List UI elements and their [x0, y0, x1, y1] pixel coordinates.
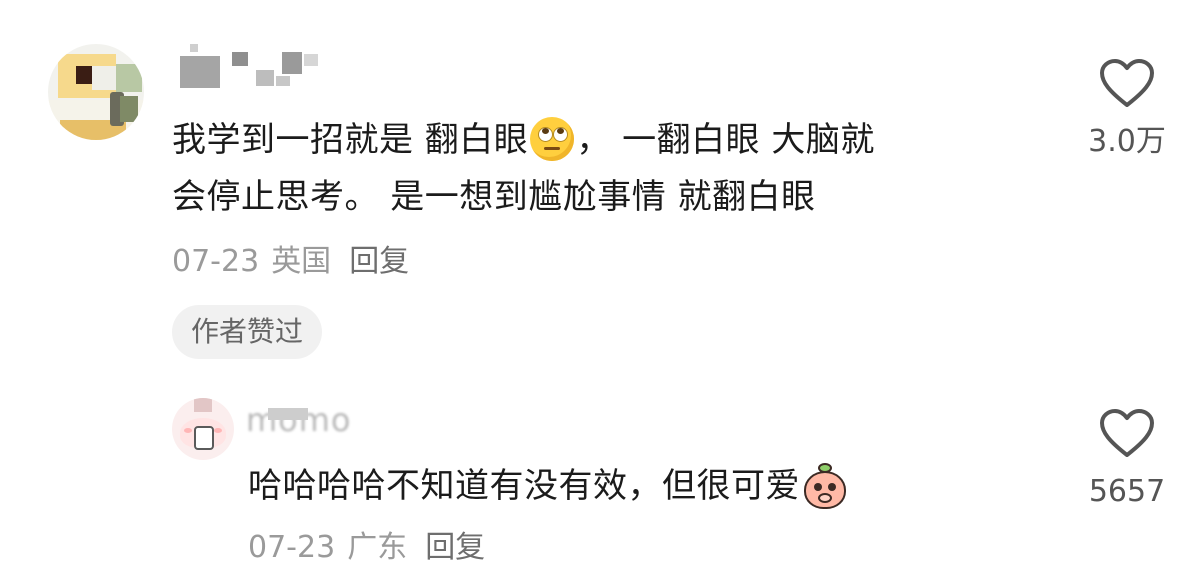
- comment-text-part: 会停止思考。 是一想到尴尬事情 就翻白眼: [172, 177, 816, 217]
- avatar-pixel: [194, 398, 212, 412]
- avatar-pixel: [76, 66, 92, 84]
- username-pixel: [180, 56, 220, 88]
- username-pixel: [276, 76, 290, 86]
- avatar-pixel: [194, 426, 214, 450]
- comment-text-part: ， 一翻白眼 大脑就: [576, 120, 875, 160]
- heart-icon[interactable]: [1099, 408, 1155, 460]
- heart-icon[interactable]: [1099, 58, 1155, 110]
- comment-date: 07-23: [172, 244, 260, 279]
- avatar-pixel: [184, 428, 192, 433]
- comment-text-part: 我学到一招就是 翻白眼: [172, 120, 529, 160]
- reply-meta: 07-23 广东 回复: [248, 528, 485, 568]
- comment-text: 我学到一招就是 翻白眼 ， 一翻白眼 大脑就会停止思考。 是一想到尴尬事情 就翻白…: [172, 112, 1032, 226]
- username-pixel: [304, 54, 318, 66]
- comment-location: 英国: [271, 244, 332, 279]
- avatar-pixel: [120, 96, 138, 122]
- reply-location: 广东: [347, 530, 408, 565]
- reply-button[interactable]: 回复: [349, 244, 409, 279]
- peach-blush-emoji-icon: [802, 462, 848, 509]
- reply-username[interactable]: momo: [246, 398, 366, 438]
- comment-meta: 07-23 英国 回复: [172, 242, 409, 282]
- username-pixel: [232, 52, 248, 66]
- commenter-avatar[interactable]: [48, 44, 144, 140]
- like-count: 3.0万: [1088, 124, 1166, 159]
- author-liked-badge: 作者赞过: [172, 305, 323, 359]
- username-pixel: [256, 70, 274, 86]
- username-pixel: [268, 408, 308, 420]
- avatar-pixel: [214, 428, 222, 433]
- reply-text-part: 哈哈哈哈不知道有没有效，但很可爱: [248, 466, 800, 506]
- username-pixel: [190, 44, 198, 52]
- avatar-pixel: [116, 64, 142, 92]
- reply-date: 07-23: [248, 530, 336, 565]
- reply-avatar[interactable]: [172, 398, 234, 460]
- eye-roll-emoji-icon: [530, 116, 575, 161]
- reply-button[interactable]: 回复: [425, 530, 485, 565]
- avatar-pixel: [92, 66, 116, 90]
- like-count: 5657: [1088, 474, 1166, 509]
- reply-text: 哈哈哈哈不知道有没有效，但很可爱: [248, 458, 1008, 515]
- username-pixel: [282, 52, 302, 74]
- commenter-username-pixelated[interactable]: [176, 42, 346, 92]
